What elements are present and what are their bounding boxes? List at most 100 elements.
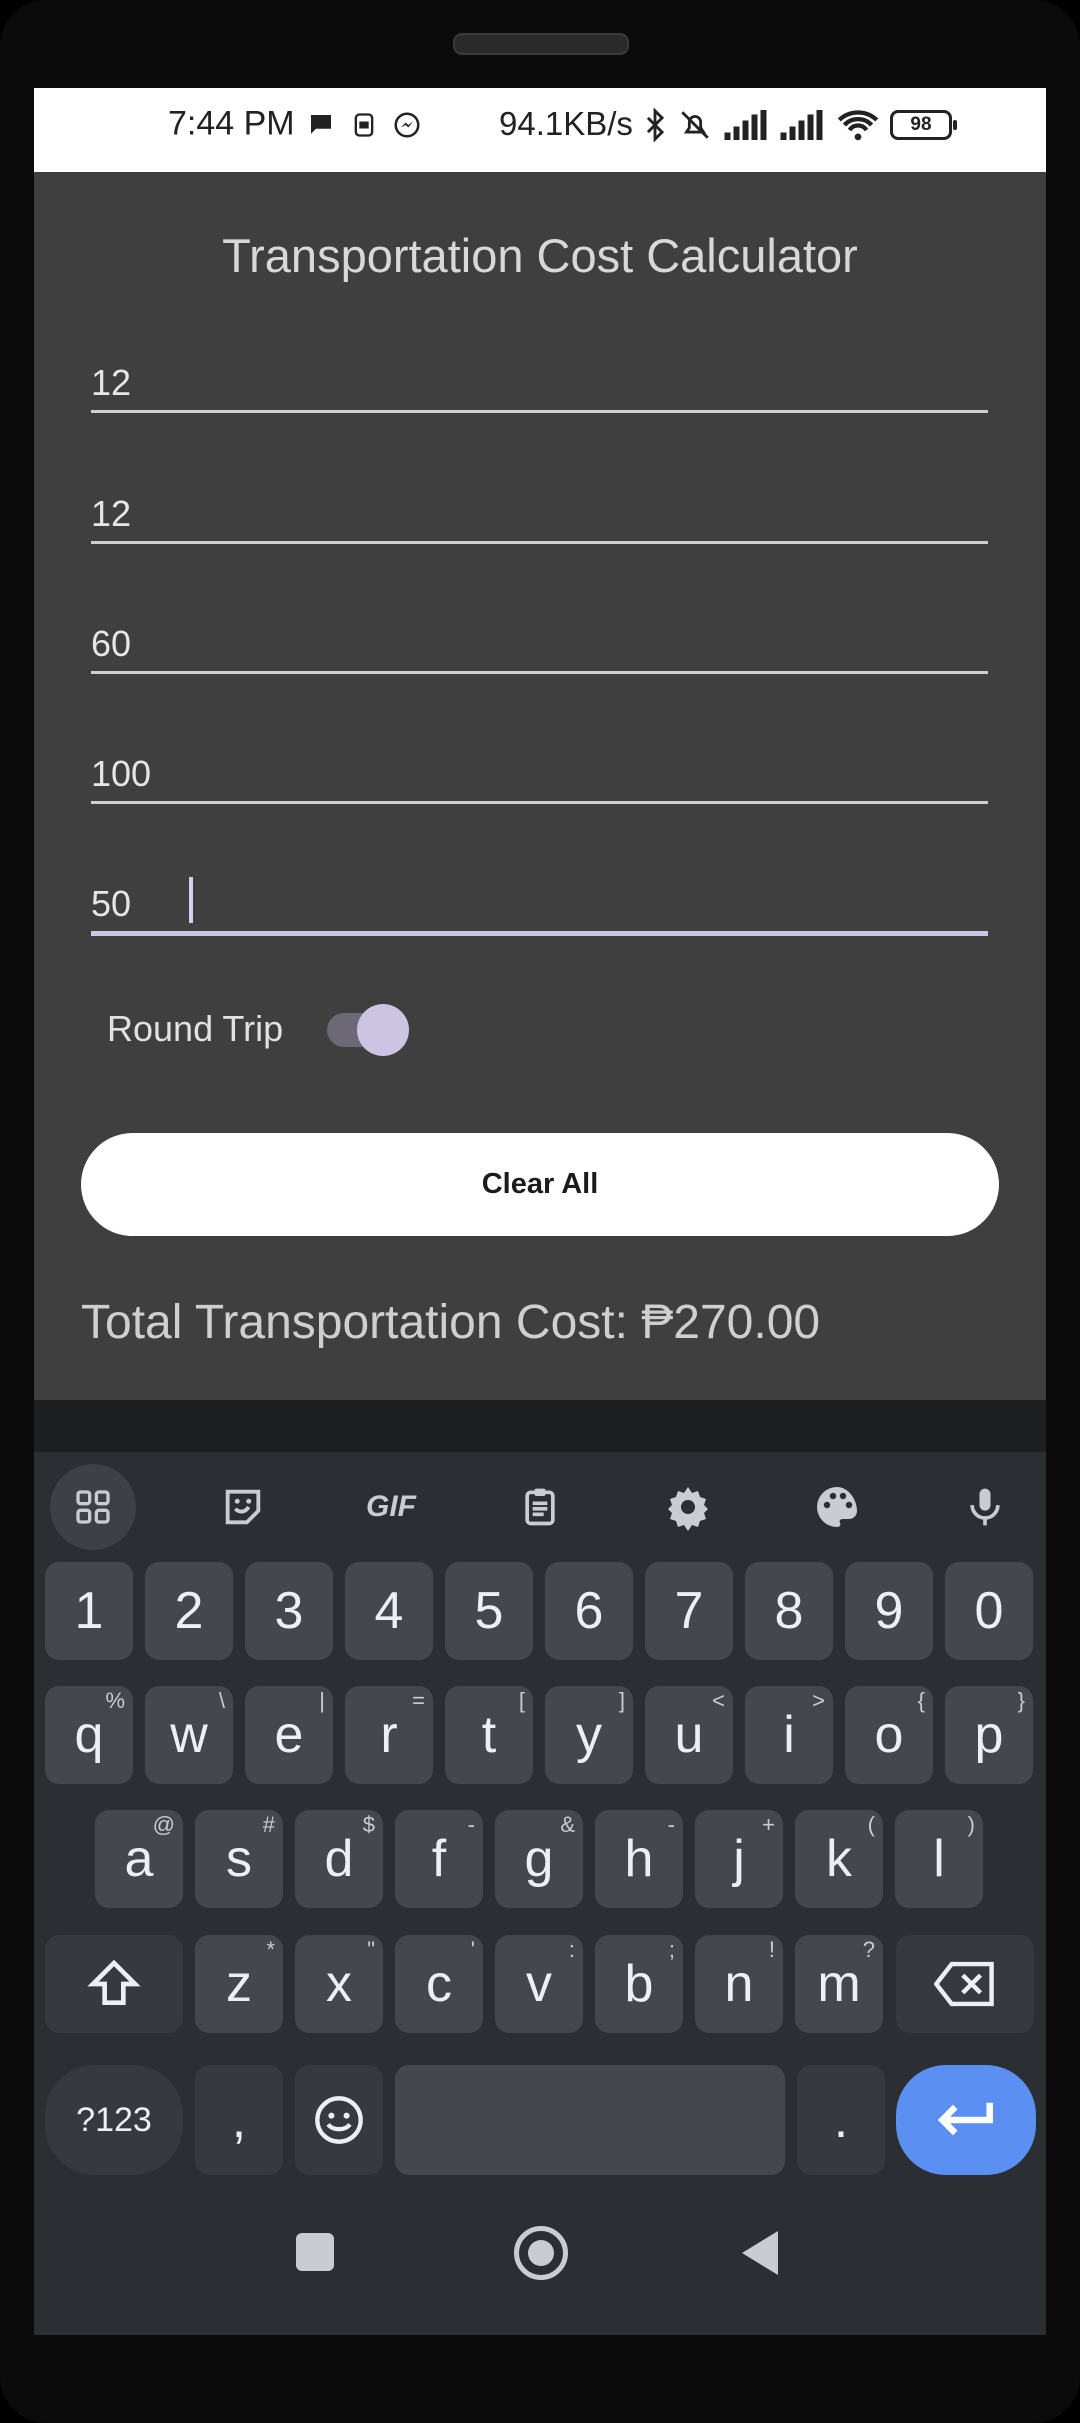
- key-label: 4: [374, 1582, 404, 1640]
- speaker-grille: [453, 33, 629, 55]
- key-5[interactable]: 6: [545, 1562, 633, 1660]
- space-key[interactable]: [395, 2065, 785, 2175]
- key-8[interactable]: o{: [845, 1686, 933, 1784]
- key-label: 5: [474, 1582, 504, 1640]
- key-0[interactable]: a @: [95, 1810, 183, 1908]
- toggle-thumb: [357, 1004, 409, 1056]
- key-6[interactable]: 7: [645, 1562, 733, 1660]
- key-5[interactable]: y]: [545, 1686, 633, 1784]
- fuel-efficiency-input[interactable]: [91, 493, 988, 535]
- key-alt-label: #: [262, 1812, 275, 1837]
- key-alt-label: ": [367, 1937, 375, 1962]
- key-label: 0: [974, 1582, 1004, 1640]
- key-alt-label: !: [768, 1937, 775, 1962]
- key-6[interactable]: m?: [795, 1935, 883, 2033]
- key-9[interactable]: 0: [945, 1562, 1033, 1660]
- sticker-icon[interactable]: [200, 1464, 286, 1550]
- settings-icon[interactable]: [645, 1464, 731, 1550]
- fuel-price-input[interactable]: [91, 623, 988, 665]
- key-0[interactable]: z *: [195, 1935, 283, 2033]
- key-1[interactable]: w \: [145, 1686, 233, 1784]
- key-label: z: [226, 1955, 252, 2013]
- period-key[interactable]: .: [797, 2065, 885, 2175]
- key-3[interactable]: f-: [395, 1810, 483, 1908]
- key-1[interactable]: s #: [195, 1810, 283, 1908]
- key-3[interactable]: r =: [345, 1686, 433, 1784]
- key-label: 7: [674, 1582, 704, 1640]
- key-0[interactable]: 1: [45, 1562, 133, 1660]
- key-alt-label: +: [762, 1812, 775, 1837]
- key-4[interactable]: b;: [595, 1935, 683, 2033]
- key-6[interactable]: u <: [645, 1686, 733, 1784]
- key-0[interactable]: q%: [45, 1686, 133, 1784]
- parking-input[interactable]: [91, 883, 988, 925]
- key-label: d: [324, 1830, 354, 1888]
- keyboard: GIF 1234567890 q% w \ e | r = t[y] u < i > o{p} a @ s #…: [34, 1400, 1046, 2335]
- key-label: i: [783, 1706, 795, 1764]
- key-7[interactable]: k(: [795, 1810, 883, 1908]
- key-label: q: [74, 1706, 104, 1764]
- shift-key[interactable]: [45, 1935, 183, 2033]
- key-alt-label: =: [412, 1688, 425, 1713]
- round-trip-toggle[interactable]: [327, 1004, 409, 1056]
- input-field-3[interactable]: [91, 601, 988, 674]
- key-alt-label: }: [1017, 1688, 1025, 1713]
- key-label: w: [170, 1706, 208, 1764]
- key-alt-label: ': [470, 1937, 475, 1962]
- key-5[interactable]: h-: [595, 1810, 683, 1908]
- symbols-key[interactable]: ?123: [45, 2065, 183, 2175]
- key-4[interactable]: 5: [445, 1562, 533, 1660]
- key-label: 2: [174, 1582, 204, 1640]
- palette-icon[interactable]: [794, 1464, 880, 1550]
- network-speed: 94.1KB/s: [499, 105, 633, 142]
- key-8[interactable]: l): [895, 1810, 983, 1908]
- key-3[interactable]: 4: [345, 1562, 433, 1660]
- input-field-2[interactable]: [91, 471, 988, 544]
- key-2[interactable]: e |: [245, 1686, 333, 1784]
- messenger-icon: [394, 112, 420, 138]
- key-alt-label: \: [218, 1688, 225, 1713]
- key-label: h: [624, 1830, 654, 1888]
- comma-key[interactable]: ,: [195, 2065, 283, 2175]
- tolls-input[interactable]: [91, 753, 988, 795]
- recent-apps-button[interactable]: [296, 2233, 334, 2271]
- home-button[interactable]: [514, 2226, 568, 2280]
- gif-icon[interactable]: GIF: [348, 1464, 434, 1550]
- key-label: s: [226, 1830, 252, 1888]
- key-2[interactable]: c ': [395, 1935, 483, 2033]
- mic-icon[interactable]: [942, 1464, 1028, 1550]
- input-field-1[interactable]: [91, 340, 988, 413]
- key-1[interactable]: 2: [145, 1562, 233, 1660]
- clear-all-button[interactable]: Clear All: [81, 1133, 999, 1236]
- key-6[interactable]: j +: [695, 1810, 783, 1908]
- key-1[interactable]: x ": [295, 1935, 383, 2033]
- mute-icon: [681, 111, 709, 139]
- enter-key[interactable]: [896, 2065, 1036, 2175]
- phone-frame: 7:44 PM 94.1KB/s 98 Transportation Cost …: [0, 0, 1080, 2423]
- key-label: 8: [774, 1582, 804, 1640]
- back-button[interactable]: [742, 2231, 778, 2275]
- screen: 7:44 PM 94.1KB/s 98 Transportation Cost …: [34, 88, 1046, 2335]
- key-7[interactable]: 8: [745, 1562, 833, 1660]
- key-5[interactable]: n!: [695, 1935, 783, 2033]
- key-8[interactable]: 9: [845, 1562, 933, 1660]
- backspace-key[interactable]: [896, 1935, 1034, 2033]
- key-4[interactable]: t[: [445, 1686, 533, 1784]
- emoji-key[interactable]: [295, 2065, 383, 2175]
- key-7[interactable]: i >: [745, 1686, 833, 1784]
- key-2[interactable]: d $: [295, 1810, 383, 1908]
- battery-indicator: 98: [890, 110, 957, 140]
- distance-input[interactable]: [91, 362, 988, 404]
- key-2[interactable]: 3: [245, 1562, 333, 1660]
- page-title: Transportation Cost Calculator: [222, 229, 858, 282]
- key-9[interactable]: p}: [945, 1686, 1033, 1784]
- input-field-4[interactable]: [91, 731, 988, 804]
- input-field-5[interactable]: [91, 861, 988, 936]
- keyboard-toolbar: GIF: [34, 1452, 1046, 1564]
- key-3[interactable]: v:: [495, 1935, 583, 2033]
- notification-icons: [306, 108, 422, 142]
- key-label: e: [274, 1706, 304, 1764]
- clipboard-icon[interactable]: [497, 1464, 583, 1550]
- key-4[interactable]: g &: [495, 1810, 583, 1908]
- apps-icon[interactable]: [50, 1464, 136, 1550]
